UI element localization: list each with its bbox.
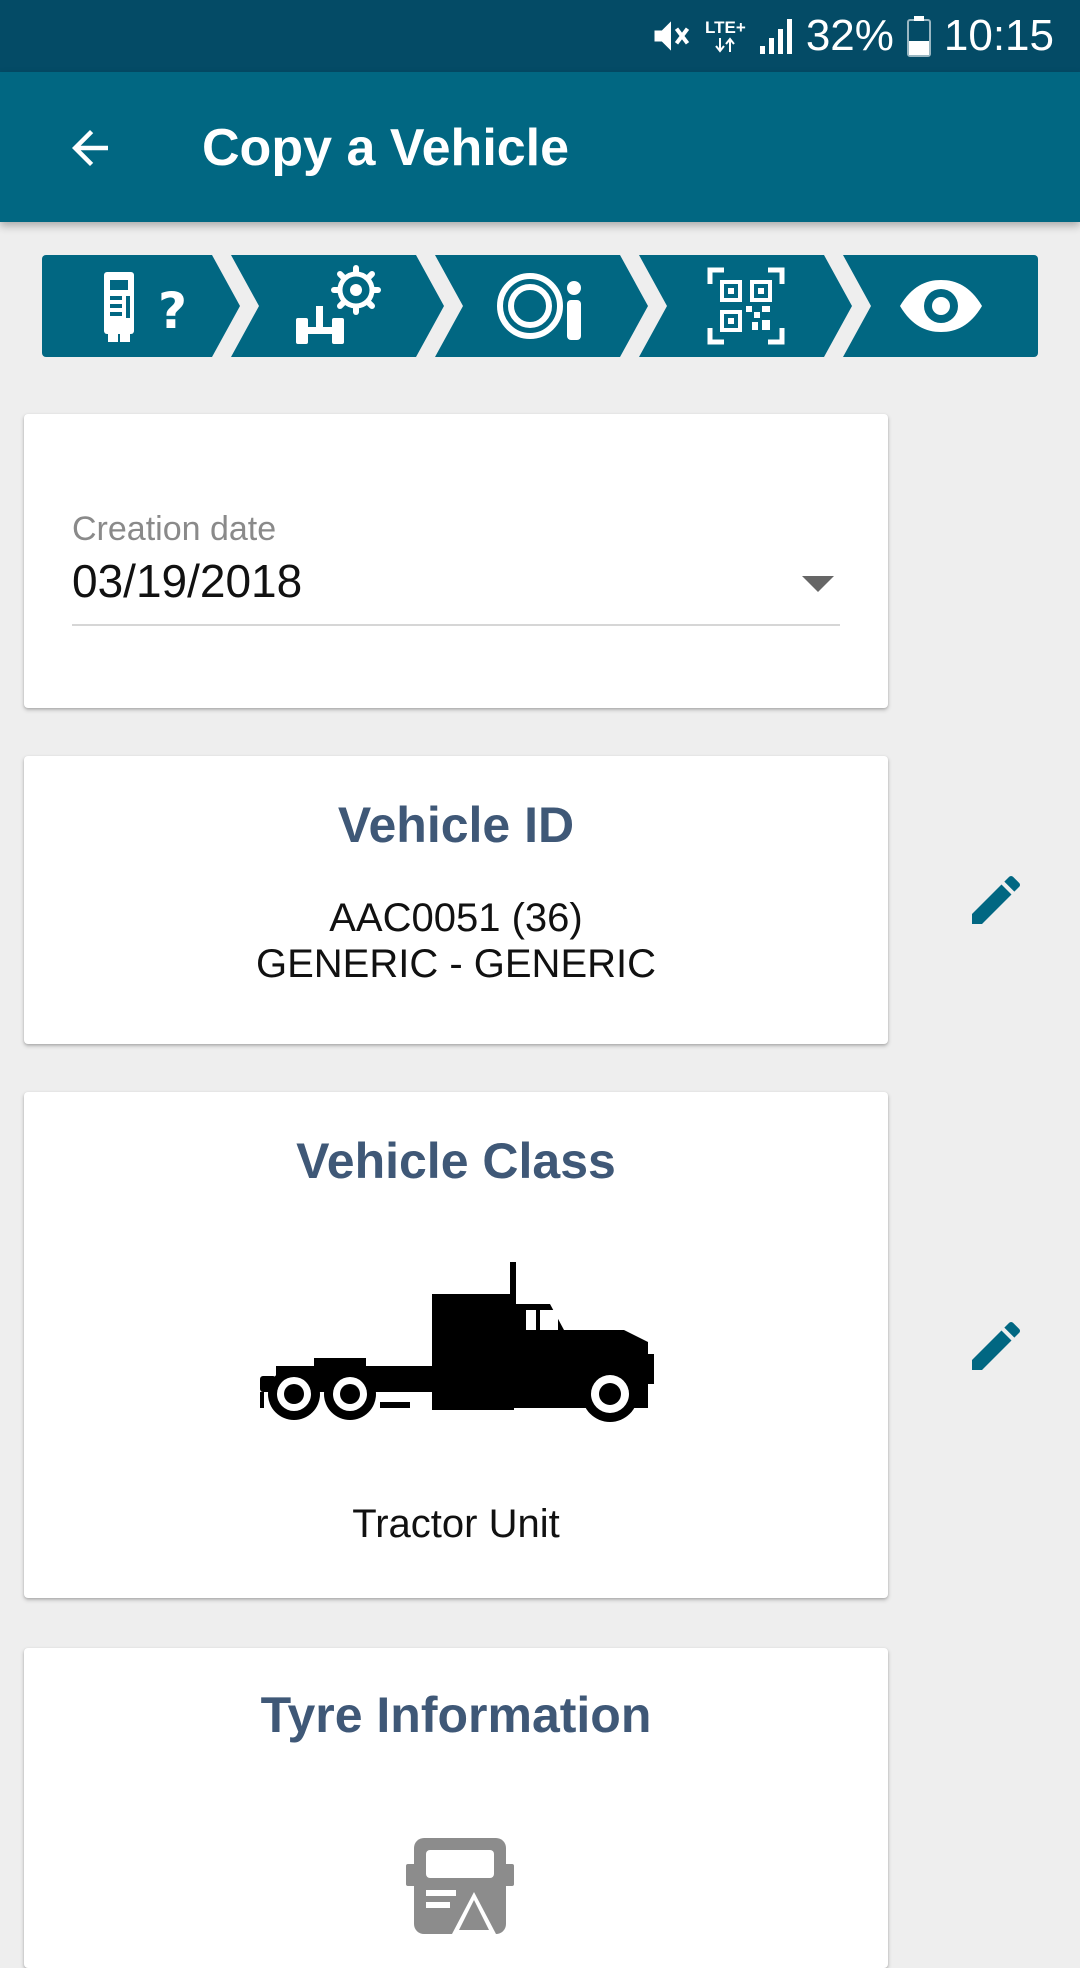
app-bar: Copy a Vehicle bbox=[0, 72, 1080, 222]
tractor-unit-icon bbox=[260, 1262, 654, 1422]
creation-date-card: Creation date 03/19/2018 bbox=[24, 414, 888, 708]
status-bar: LTE+ 32% 10:15 bbox=[0, 0, 1080, 72]
edit-vehicle-class-button[interactable] bbox=[964, 1314, 1028, 1378]
qr-code-icon bbox=[707, 267, 784, 345]
svg-text:?: ? bbox=[158, 282, 186, 340]
step-vehicle-identification[interactable]: ? bbox=[42, 255, 240, 357]
creation-date-value[interactable]: 03/19/2018 bbox=[72, 554, 302, 608]
creation-date-label: Creation date bbox=[72, 510, 277, 548]
page-title: Copy a Vehicle bbox=[202, 119, 570, 177]
vehicle-id-make-model: GENERIC - GENERIC bbox=[255, 942, 657, 986]
mute-icon bbox=[654, 21, 690, 51]
truck-warning-icon bbox=[406, 1838, 514, 1934]
tyre-information-title: Tyre Information bbox=[260, 1687, 652, 1743]
status-icons: LTE+ 32% 10:15 bbox=[649, 0, 1054, 72]
vehicle-class-title: Vehicle Class bbox=[296, 1133, 616, 1189]
vehicle-id-number: AAC0051 (36) bbox=[329, 896, 583, 940]
step-tyre-information[interactable] bbox=[435, 255, 648, 357]
back-button[interactable] bbox=[58, 116, 122, 180]
edit-vehicle-id-button[interactable] bbox=[964, 868, 1028, 932]
dropdown-arrow-icon[interactable] bbox=[788, 554, 848, 614]
step-qr-code[interactable] bbox=[639, 255, 852, 357]
eye-icon bbox=[899, 280, 982, 332]
vehicle-class-card: Vehicle Class Tractor Unit bbox=[24, 1092, 888, 1598]
vehicle-id-title: Vehicle ID bbox=[337, 797, 575, 853]
truck-question-icon: ? bbox=[104, 272, 186, 342]
vehicle-id-card: Vehicle ID AAC0051 (36) GENERIC - GENERI… bbox=[24, 756, 888, 1044]
clock: 10:15 bbox=[943, 11, 1054, 60]
lte-icon: LTE+ bbox=[705, 19, 746, 54]
battery-icon bbox=[906, 16, 931, 57]
network-type: LTE+ bbox=[705, 17, 746, 37]
tyre-information-card: Tyre Information bbox=[24, 1648, 888, 1968]
step-axle-configuration[interactable] bbox=[231, 255, 444, 357]
tyre-info-icon bbox=[496, 273, 581, 340]
arrow-left-icon bbox=[72, 130, 108, 166]
step-review[interactable] bbox=[843, 255, 1038, 357]
battery-percent: 32% bbox=[805, 11, 894, 60]
signal-icon bbox=[759, 19, 792, 54]
creation-date-underline bbox=[72, 624, 840, 626]
axle-gear-icon bbox=[295, 265, 381, 344]
wizard-stepper: ? bbox=[42, 255, 1038, 357]
vehicle-class-name: Tractor Unit bbox=[352, 1502, 560, 1546]
